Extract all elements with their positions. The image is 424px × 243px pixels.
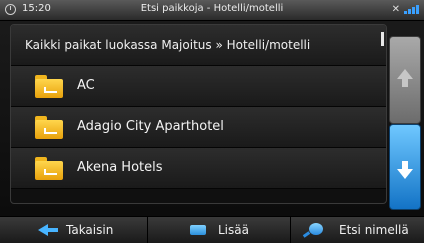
hotel-folder-icon xyxy=(35,75,63,98)
list-item-label: AC xyxy=(77,78,95,93)
bottom-toolbar: Takaisin Lisää Etsi nimellä xyxy=(0,216,424,243)
list-item-label: Akena Hotels xyxy=(77,160,163,175)
hotel-folder-icon xyxy=(35,157,63,180)
back-arrow-icon xyxy=(38,224,58,236)
window-title: Etsi paikkoja - Hotelli/motelli xyxy=(140,3,284,14)
status-bar: 15:20 Etsi paikkoja - Hotelli/motelli ✕ xyxy=(0,0,424,21)
scroll-up-button[interactable] xyxy=(389,36,421,124)
arrow-up-icon xyxy=(397,69,413,87)
back-button-label: Takaisin xyxy=(66,223,114,237)
signal-icon xyxy=(404,5,419,14)
gps-icon: ✕ xyxy=(391,4,400,15)
more-button-label: Lisää xyxy=(218,223,249,237)
arrow-down-icon xyxy=(397,161,413,179)
more-button[interactable]: Lisää xyxy=(148,217,291,243)
scroll-down-button[interactable] xyxy=(389,124,421,210)
search-by-name-button[interactable]: Etsi nimellä xyxy=(291,217,424,243)
hotel-folder-icon xyxy=(35,116,63,139)
list-header: Kaikki paikat luokassa Majoitus » Hotell… xyxy=(11,25,386,66)
list-item[interactable]: Adagio City Aparthotel xyxy=(11,107,386,148)
scroll-position-indicator xyxy=(381,32,384,46)
list-item-label: Adagio City Aparthotel xyxy=(77,119,224,134)
more-icon xyxy=(190,225,206,235)
category-path: Kaikki paikat luokassa Majoitus » Hotell… xyxy=(25,38,311,52)
search-icon xyxy=(309,223,323,235)
search-button-label: Etsi nimellä xyxy=(339,223,409,237)
list-item[interactable]: AC xyxy=(11,66,386,107)
list-item[interactable]: Akena Hotels xyxy=(11,148,386,189)
places-list: Kaikki paikat luokassa Majoitus » Hotell… xyxy=(10,24,387,204)
back-button[interactable]: Takaisin xyxy=(0,217,148,243)
